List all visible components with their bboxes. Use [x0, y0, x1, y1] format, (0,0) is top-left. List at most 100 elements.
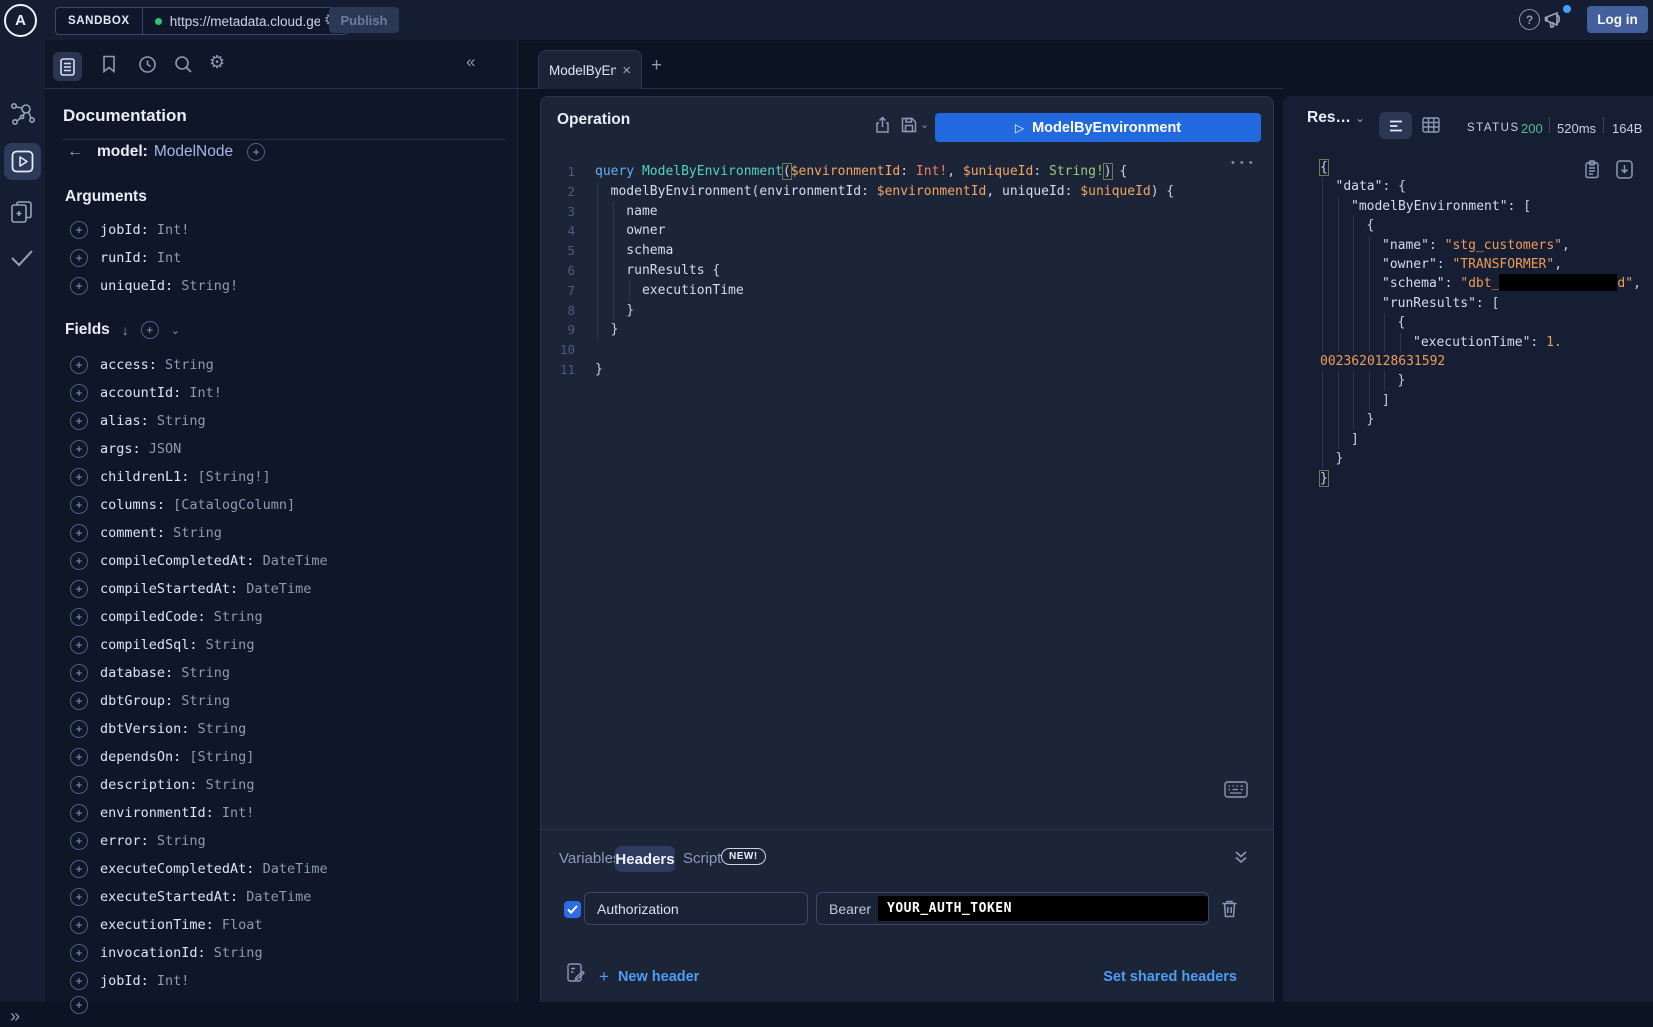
add-field-button[interactable]: +: [70, 524, 88, 542]
run-operation-button[interactable]: ▷ ModelByEnvironment: [935, 113, 1261, 142]
code-line[interactable]: 11}: [541, 360, 1271, 380]
add-field-button[interactable]: +: [70, 860, 88, 878]
environment-variables-icon[interactable]: [567, 963, 585, 983]
save-operation-icon[interactable]: [901, 117, 917, 133]
code-line[interactable]: 5 schema: [541, 241, 1271, 261]
history-icon[interactable]: [138, 55, 157, 74]
add-field-button[interactable]: +: [70, 468, 88, 486]
checks-nav-icon[interactable]: [9, 248, 35, 268]
add-field-button[interactable]: +: [70, 249, 88, 267]
add-all-fields-button[interactable]: +: [141, 321, 159, 339]
field-row: +error: String: [45, 827, 515, 855]
add-field-button[interactable]: +: [70, 804, 88, 822]
indent-guide: [1338, 333, 1339, 352]
doc-divider: [63, 139, 505, 140]
explorer-nav-icon[interactable]: [11, 150, 34, 173]
help-icon[interactable]: ?: [1519, 9, 1540, 30]
add-field-button[interactable]: +: [70, 636, 88, 654]
header-key-input[interactable]: [584, 892, 808, 925]
add-field-button[interactable]: +: [70, 496, 88, 514]
table-view-icon[interactable]: [1422, 117, 1440, 133]
response-line: {: [1320, 313, 1646, 332]
announcements-icon[interactable]: [1544, 9, 1566, 30]
add-field-button[interactable]: +: [70, 972, 88, 990]
save-menu-chevron-icon[interactable]: ⌄: [920, 118, 929, 131]
line-number: 9: [541, 320, 575, 340]
add-field-button[interactable]: +: [70, 552, 88, 570]
share-operation-icon[interactable]: [874, 116, 891, 134]
close-tab-icon[interactable]: ×: [622, 62, 631, 79]
bookmarks-icon[interactable]: [102, 55, 116, 73]
query-editor[interactable]: 1query ModelByEnvironment($environmentId…: [541, 162, 1271, 380]
response-dropdown-chevron-icon[interactable]: ⌄: [1355, 111, 1365, 125]
add-field-button[interactable]: +: [70, 608, 88, 626]
indent-guide: [1369, 333, 1370, 352]
endpoint-url-input[interactable]: https://metadata.cloud.getd: [170, 14, 320, 29]
keyboard-shortcuts-icon[interactable]: [1224, 781, 1248, 798]
settings-icon[interactable]: ⚙: [209, 52, 225, 73]
add-field-button[interactable]: +: [70, 916, 88, 934]
add-field-button[interactable]: +: [70, 692, 88, 710]
set-shared-headers-link[interactable]: Set shared headers: [1103, 969, 1237, 985]
add-field-button[interactable]: +: [70, 888, 88, 906]
documentation-icon[interactable]: [60, 58, 75, 76]
doc-crumb-type[interactable]: ModelNode: [154, 143, 233, 161]
add-field-button[interactable]: +: [70, 776, 88, 794]
code-line[interactable]: 3 name: [541, 202, 1271, 222]
operation-tab[interactable]: ModelByEnvi… ×: [538, 50, 642, 89]
indent-guide: [1338, 274, 1339, 293]
search-icon[interactable]: [174, 55, 193, 74]
tab-script[interactable]: Script: [683, 850, 721, 867]
connection-status-icon: [155, 18, 162, 25]
field-add-partial[interactable]: +: [70, 996, 88, 1014]
code-line[interactable]: 2 modelByEnvironment(environmentId: $env…: [541, 182, 1271, 202]
code-line[interactable]: 9 }: [541, 320, 1271, 340]
expand-rail-icon[interactable]: »: [10, 1006, 20, 1027]
code-line[interactable]: 7 executionTime: [541, 281, 1271, 301]
add-type-button[interactable]: +: [247, 143, 265, 161]
header-value-field[interactable]: Bearer YOUR_AUTH_TOKEN: [816, 892, 1209, 925]
add-field-button[interactable]: +: [70, 221, 88, 239]
line-number: 10: [541, 340, 575, 360]
code-token: }: [595, 303, 634, 318]
add-field-button[interactable]: +: [70, 664, 88, 682]
collapse-section-icon[interactable]: [1233, 849, 1249, 865]
login-button[interactable]: Log in: [1587, 6, 1648, 33]
code-line[interactable]: 10: [541, 340, 1271, 360]
add-field-button[interactable]: +: [70, 356, 88, 374]
add-field-button[interactable]: +: [70, 384, 88, 402]
publish-button[interactable]: Publish: [329, 7, 399, 33]
chevron-down-icon[interactable]: ⌄: [171, 324, 180, 337]
indent-guide: [1322, 255, 1323, 274]
tab-headers-active[interactable]: Headers: [615, 846, 675, 872]
schema-nav-icon[interactable]: [9, 100, 36, 127]
run-button-label: ModelByEnvironment: [1032, 120, 1181, 136]
new-tab-icon[interactable]: +: [651, 55, 662, 77]
add-field-button[interactable]: +: [70, 944, 88, 962]
code-line[interactable]: 8 }: [541, 301, 1271, 321]
tab-variables[interactable]: Variables: [559, 850, 620, 867]
add-field-button[interactable]: +: [70, 580, 88, 598]
response-format-toggle-active[interactable]: [1379, 112, 1412, 139]
add-field-button[interactable]: +: [70, 412, 88, 430]
add-field-button[interactable]: +: [70, 748, 88, 766]
back-arrow-icon[interactable]: ←: [67, 143, 83, 161]
add-field-button[interactable]: +: [70, 277, 88, 295]
field-name: dependsOn:: [100, 749, 181, 765]
add-field-button[interactable]: +: [70, 720, 88, 738]
new-header-button[interactable]: + New header: [599, 967, 699, 987]
field-type: Float: [214, 917, 263, 933]
sort-fields-icon[interactable]: ↓: [122, 322, 129, 338]
auth-token-redacted[interactable]: YOUR_AUTH_TOKEN: [878, 896, 1208, 921]
add-field-button[interactable]: +: [70, 832, 88, 850]
operation-collections-icon[interactable]: [9, 200, 35, 226]
code-line[interactable]: 4 owner: [541, 221, 1271, 241]
field-type: String: [157, 357, 214, 373]
code-line[interactable]: 1query ModelByEnvironment($environmentId…: [541, 162, 1271, 182]
collapse-panel-icon[interactable]: «: [466, 52, 475, 72]
header-enabled-checkbox[interactable]: [564, 901, 581, 918]
add-field-button[interactable]: +: [70, 440, 88, 458]
field-row: +environmentId: Int!: [45, 799, 515, 827]
delete-header-icon[interactable]: [1221, 899, 1238, 918]
code-line[interactable]: 6 runResults {: [541, 261, 1271, 281]
